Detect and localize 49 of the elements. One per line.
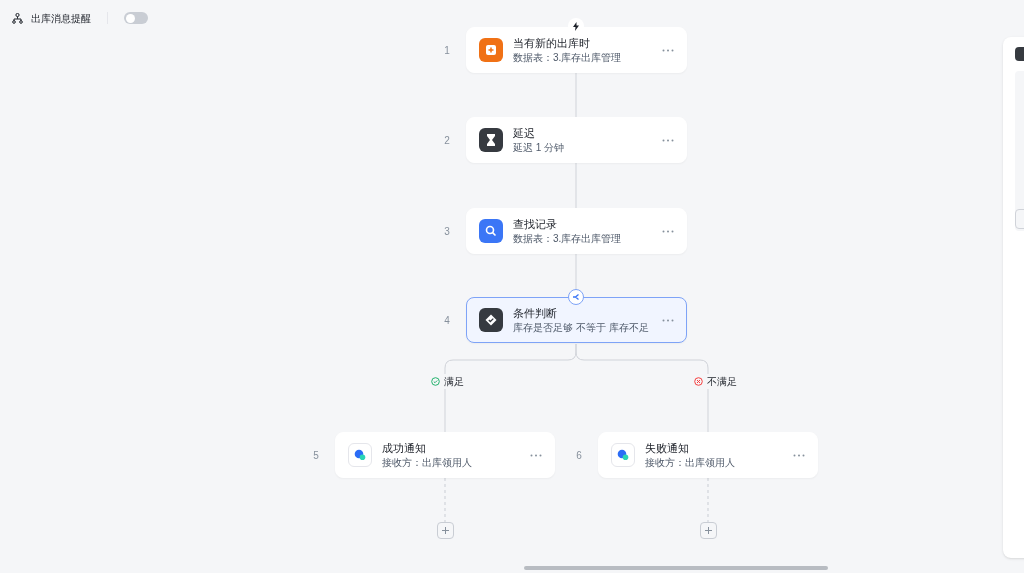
- branch-label: 满足: [444, 375, 464, 389]
- node-title: 当有新的出库时: [513, 36, 591, 50]
- cross-circle-icon: [694, 377, 703, 386]
- step-number: 1: [443, 43, 451, 58]
- step-number: 2: [443, 133, 451, 148]
- node-subtitle: 延迟 1 分钟: [513, 141, 566, 154]
- add-step-button[interactable]: [437, 522, 454, 539]
- branch-icon: [568, 289, 584, 305]
- chat-bubble-icon: [611, 443, 635, 467]
- node-subtitle: 数据表：3.库存出库管理: [513, 232, 623, 245]
- flow-node-card[interactable]: 失败通知 接收方：出库领用人: [598, 432, 818, 478]
- node-title: 延迟: [513, 126, 536, 140]
- add-step-button[interactable]: [700, 522, 717, 539]
- more-icon[interactable]: [662, 229, 674, 233]
- chat-bubble-icon: [348, 443, 372, 467]
- node-title: 成功通知: [382, 441, 427, 455]
- search-icon: [479, 219, 503, 243]
- node-title: 失败通知: [645, 441, 690, 455]
- branch-label: 不满足: [707, 375, 737, 389]
- flow-node-card[interactable]: 当有新的出库时 数据表：3.库存出库管理: [466, 27, 687, 73]
- trigger-icon: [568, 18, 584, 34]
- node-subtitle: 接收方：出库领用人: [645, 456, 736, 469]
- plus-square-icon: [479, 38, 503, 62]
- diamond-check-icon: [479, 308, 503, 332]
- plus-icon: [704, 526, 713, 535]
- toggle-switch[interactable]: [124, 12, 148, 24]
- more-icon[interactable]: [662, 318, 674, 322]
- more-icon[interactable]: [662, 48, 674, 52]
- flow-node-card[interactable]: 条件判断 库存是否足够 不等于 库存不足: [466, 297, 687, 343]
- more-icon[interactable]: [662, 138, 674, 142]
- node-title: 查找记录: [513, 217, 558, 231]
- step-number: 6: [575, 448, 583, 463]
- more-icon[interactable]: [793, 453, 805, 457]
- flow-node-card[interactable]: 成功通知 接收方：出库领用人: [335, 432, 555, 478]
- node-subtitle: 库存是否足够 不等于 库存不足: [513, 321, 650, 334]
- flow-node-card[interactable]: 延迟 延迟 1 分钟: [466, 117, 687, 163]
- flow-node-card[interactable]: 查找记录 数据表：3.库存出库管理: [466, 208, 687, 254]
- node-title: 条件判断: [513, 306, 558, 320]
- hourglass-icon: [479, 128, 503, 152]
- workflow-title: 出库消息提醒: [31, 11, 91, 26]
- step-number: 3: [443, 224, 451, 239]
- step-number: 5: [312, 448, 320, 463]
- hierarchy-icon: [12, 12, 23, 24]
- check-circle-icon: [431, 377, 440, 386]
- node-subtitle: 接收方：出库领用人: [382, 456, 473, 469]
- more-icon[interactable]: [530, 453, 542, 457]
- node-subtitle: 数据表：3.库存出库管理: [513, 51, 623, 64]
- step-number: 4: [443, 313, 451, 328]
- plus-icon: [441, 526, 450, 535]
